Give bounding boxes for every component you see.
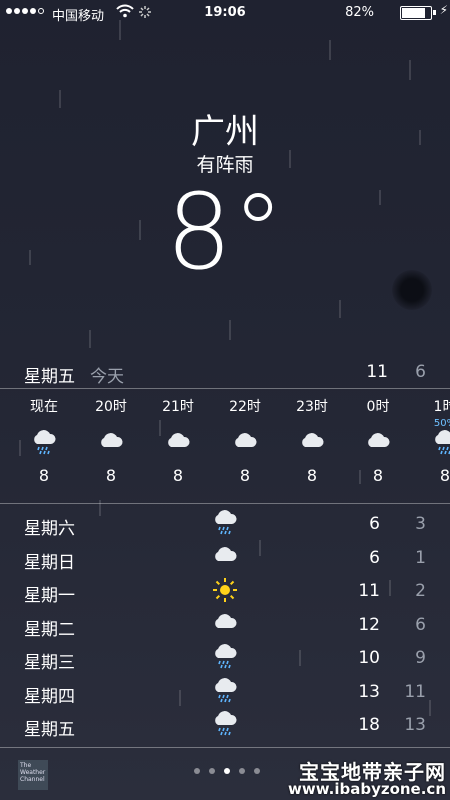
daily-row: 星期一 11 2 — [0, 575, 450, 609]
cloud-icon — [287, 430, 337, 464]
sun-icon — [212, 577, 238, 608]
cloud-icon — [212, 544, 238, 571]
day-low: 3 — [415, 514, 426, 534]
charging-bolt-icon: ⚡ — [439, 3, 448, 17]
hour-label: 21时 — [162, 399, 194, 415]
day-low: 13 — [404, 715, 426, 735]
daily-row: 星期三 10 9 — [0, 642, 450, 676]
clock: 19:06 — [204, 5, 246, 20]
bottom-bar: The Weather Channel 宝宝地带亲子网 www.ibabyzon… — [0, 752, 450, 800]
battery-percent: 82% — [345, 5, 374, 20]
day-high: 13 — [358, 681, 380, 702]
page-dot[interactable] — [209, 768, 215, 774]
precip-chance — [86, 418, 136, 430]
day-low: 2 — [415, 581, 426, 601]
rain-cloud-icon — [212, 711, 238, 742]
page-dot[interactable] — [224, 768, 230, 774]
hour-temperature: 8 — [439, 466, 450, 485]
divider — [0, 503, 450, 504]
precip-chance — [153, 418, 203, 430]
day-high: 18 — [358, 715, 380, 735]
hour-temperature: 8 — [105, 466, 117, 485]
hour-label: 20时 — [95, 399, 127, 415]
cloud-icon — [86, 430, 136, 464]
page-dot[interactable] — [254, 768, 260, 774]
hour-label: 现在 — [30, 399, 58, 415]
hourly-item: 21时 8 — [153, 396, 203, 488]
precip-chance — [287, 418, 337, 430]
divider — [0, 388, 450, 389]
precip-chance — [19, 418, 69, 430]
rain-cloud-icon — [212, 644, 238, 675]
weather-channel-logo[interactable]: The Weather Channel — [18, 760, 48, 790]
page-dot[interactable] — [194, 768, 200, 774]
hourly-item: 22时 8 — [220, 396, 270, 488]
today-day: 星期五 — [24, 367, 75, 387]
cloud-icon — [353, 430, 403, 464]
hourly-item: 1时 50% 8 — [420, 396, 450, 488]
hour-temperature: 8 — [239, 466, 251, 485]
hour-label: 1时 — [433, 399, 450, 415]
hour-label: 0时 — [366, 399, 390, 415]
status-bar: 中国移动 19:06 82% ⚡ — [0, 0, 450, 26]
hourly-item: 20时 8 — [86, 396, 136, 488]
cloud-icon — [153, 430, 203, 464]
hour-temperature: 8 — [38, 466, 50, 485]
touch-indicator — [392, 270, 432, 310]
daily-row: 星期二 12 6 — [0, 609, 450, 643]
daily-row: 星期四 13 11 — [0, 676, 450, 710]
hourly-forecast-strip[interactable]: 现在 8 20时 8 21时 8 22时 8 23时 8 0时 8 1时 50% 8 — [0, 396, 450, 496]
day-name: 星期五 — [24, 720, 75, 740]
rain-cloud-icon — [212, 677, 238, 709]
day-name: 星期二 — [24, 619, 75, 640]
daily-forecast-list[interactable]: 星期六 6 3 星期日 6 1 星期一 11 2 星期二 12 6 星期三 10 9 星期四 13 11 星期五 18… — [0, 508, 450, 743]
current-temperature: 8° — [165, 171, 285, 293]
page-indicator[interactable] — [194, 768, 260, 774]
day-high: 11 — [358, 581, 380, 601]
day-high: 10 — [358, 648, 380, 668]
watermark-url: www.ibabyzone.cn — [288, 780, 446, 798]
day-low: 6 — [415, 614, 426, 635]
battery-tip — [433, 10, 436, 15]
city-name: 广州 — [191, 112, 259, 152]
precip-chance: 50% — [433, 418, 450, 429]
hour-temperature: 8 — [306, 466, 318, 485]
day-high: 6 — [369, 514, 380, 534]
hour-label: 23时 — [296, 399, 328, 415]
precip-chance — [220, 418, 270, 430]
precip-chance — [353, 418, 403, 430]
daily-row: 星期日 6 1 — [0, 542, 450, 576]
hour-temperature: 8 — [372, 466, 384, 485]
day-low: 1 — [415, 547, 426, 568]
hourly-item: 现在 8 — [19, 396, 69, 488]
day-name: 星期三 — [24, 653, 75, 673]
rain-cloud-icon — [19, 430, 69, 464]
page-dot[interactable] — [239, 768, 245, 774]
day-low: 9 — [415, 648, 426, 668]
hourly-item: 0时 8 — [353, 396, 403, 488]
today-low: 6 — [415, 362, 426, 382]
hourly-item: 23时 8 — [287, 396, 337, 488]
day-name: 星期日 — [24, 552, 75, 573]
day-high: 6 — [369, 547, 380, 568]
day-name: 星期一 — [24, 586, 75, 606]
cloud-icon — [212, 611, 238, 638]
today-label: 今天 — [90, 367, 124, 387]
daily-row: 星期五 18 13 — [0, 709, 450, 743]
day-name: 星期四 — [24, 686, 75, 707]
hour-label: 22时 — [229, 399, 261, 415]
cloud-icon — [220, 430, 270, 464]
divider — [0, 747, 450, 748]
rain-cloud-icon — [420, 430, 450, 464]
today-summary-row: 星期五 今天 11 6 — [0, 360, 450, 388]
hour-temperature: 8 — [172, 466, 184, 485]
daily-row: 星期六 6 3 — [0, 508, 450, 542]
battery-icon — [400, 6, 432, 20]
rain-cloud-icon — [212, 510, 238, 541]
day-high: 12 — [358, 614, 380, 635]
day-low: 11 — [404, 681, 426, 702]
day-name: 星期六 — [24, 519, 75, 539]
today-high: 11 — [366, 362, 388, 382]
